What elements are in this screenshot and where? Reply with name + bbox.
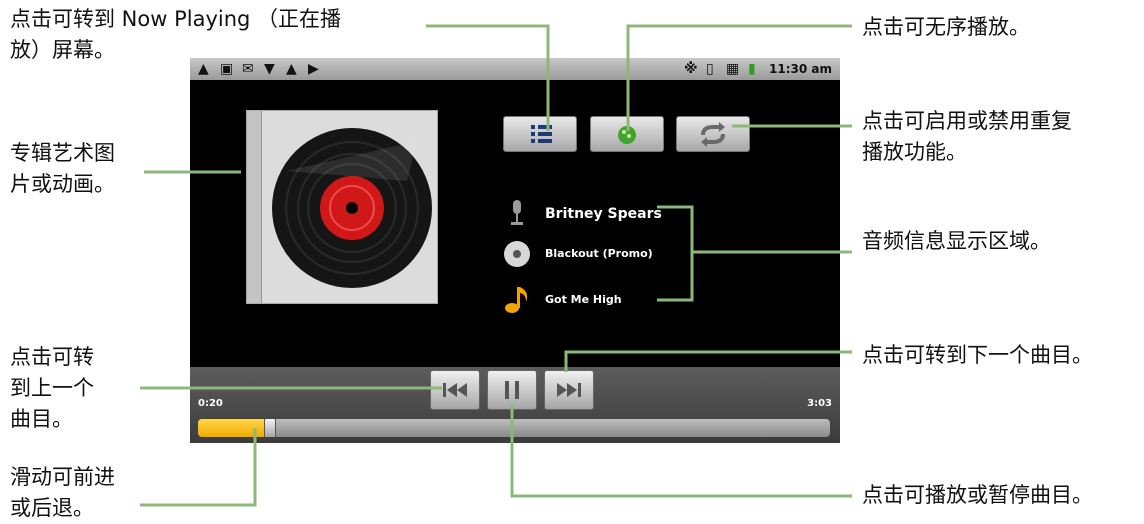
callout-leader-lines bbox=[140, 24, 852, 507]
leader-play-pause bbox=[510, 404, 852, 498]
leader-seek bbox=[140, 428, 257, 507]
leader-audio-bracket bbox=[657, 205, 694, 302]
leader-now-playing bbox=[426, 24, 550, 131]
leader-next-track bbox=[564, 350, 852, 372]
leader-shuffle bbox=[626, 24, 852, 131]
